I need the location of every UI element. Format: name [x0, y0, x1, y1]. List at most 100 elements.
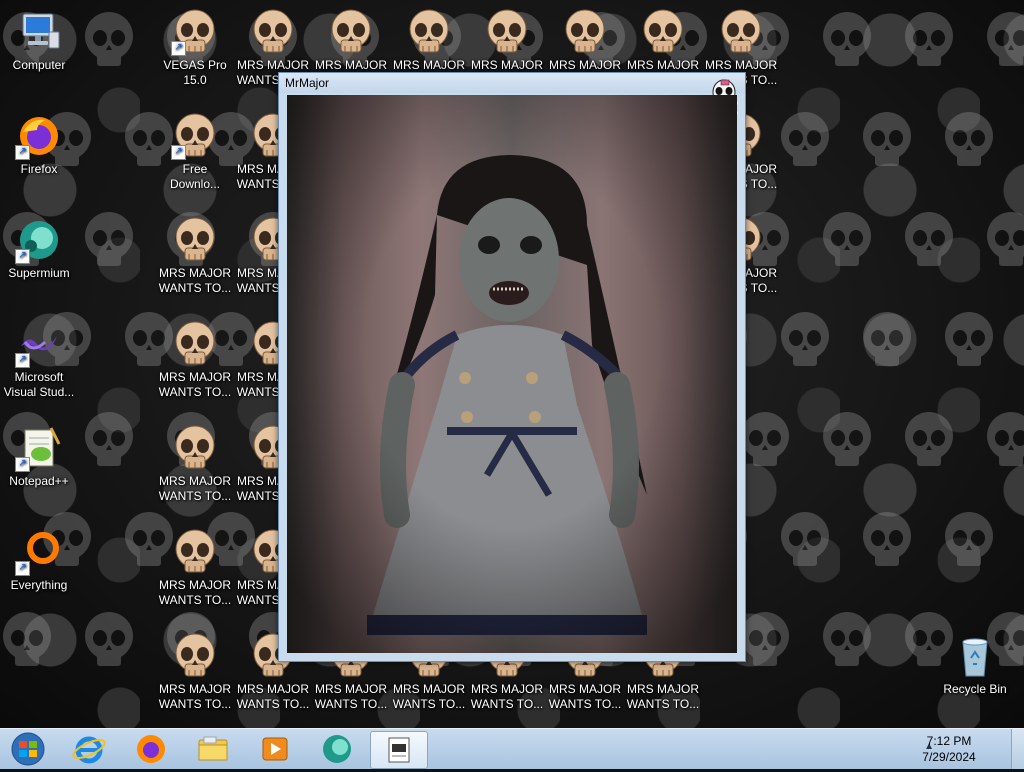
background-skull	[741, 412, 789, 466]
background-skull	[781, 112, 829, 166]
background-skull	[85, 612, 133, 666]
desktop-icon-visual-studio[interactable]: ↗ Microsoft Visual Stud...	[1, 320, 77, 400]
taskbar-file-explorer[interactable]	[186, 731, 240, 767]
desktop-icon-label: Recycle Bin	[943, 682, 1007, 696]
background-skull	[905, 212, 953, 266]
background-skull	[3, 612, 51, 666]
desktop-icon-skull-shortcut[interactable]: MRS MAJOR WANTS TO...	[157, 528, 233, 608]
internet-explorer-icon	[72, 736, 106, 764]
desktop[interactable]: Computer ↗ Firefox ↗ Supermium ↗ Microso…	[0, 0, 1024, 728]
desktop-icon-skull-shortcut[interactable]: MRS MAJOR WANTS TO...	[157, 216, 233, 296]
mrmajor-app-icon	[388, 737, 410, 763]
desktop-icon-label: Supermium	[8, 266, 70, 280]
start-button[interactable]	[2, 731, 54, 767]
skull-icon: ↗	[171, 112, 219, 160]
skull-icon	[171, 424, 219, 472]
background-skull	[905, 412, 953, 466]
desktop-icon-everything[interactable]: ↗ Everything	[1, 528, 77, 593]
shortcut-arrow-icon: ↗	[15, 561, 30, 576]
background-skull	[863, 112, 911, 166]
skull-icon	[171, 528, 219, 576]
system-clock[interactable]: 7:12 PM 7/29/2024	[914, 733, 984, 765]
background-skull	[823, 12, 871, 66]
skull-icon	[249, 8, 297, 56]
desktop-icon-skull-shortcut[interactable]: MRS MAJOR WANTS TO...	[157, 424, 233, 504]
file-explorer-icon	[198, 736, 228, 761]
computer-icon	[15, 8, 63, 56]
desktop-icon-label: MRS MAJOR WANTS TO...	[236, 682, 310, 711]
background-skull	[85, 12, 133, 66]
taskbar-supermium[interactable]	[310, 731, 364, 767]
mrmajor-window[interactable]: MrMajor	[278, 72, 746, 662]
background-skull	[85, 412, 133, 466]
media-player-icon	[262, 737, 288, 761]
windows-start-icon	[11, 732, 45, 766]
skull-icon	[171, 632, 219, 680]
desktop-icon-skull-shortcut[interactable]: MRS MAJOR WANTS TO...	[157, 320, 233, 400]
background-skull	[987, 412, 1024, 466]
shortcut-arrow-icon: ↗	[15, 145, 30, 160]
background-skull	[945, 112, 993, 166]
background-skull	[781, 512, 829, 566]
firefox-icon: ↗	[15, 112, 63, 160]
supermium-icon	[323, 735, 351, 763]
taskbar-internet-explorer[interactable]	[62, 731, 116, 767]
desktop-icon-computer[interactable]: Computer	[1, 8, 77, 73]
desktop-icon-label: MRS MAJOR WANTS TO...	[158, 266, 232, 295]
desktop-icon-label: MRS MAJOR WANTS TO...	[392, 682, 466, 711]
desktop-icon-label: Everything	[10, 578, 68, 592]
desktop-icon-label: MRS MAJOR WANTS TO...	[158, 578, 232, 607]
background-skull	[987, 12, 1024, 66]
taskbar: ▲ 7:12 PM 7/29/2024	[0, 728, 1024, 769]
window-title: MrMajor	[285, 76, 329, 90]
creepy-doll-image	[287, 95, 737, 653]
desktop-icon-label: Free Downlo...	[169, 162, 221, 191]
skull-icon	[327, 8, 375, 56]
desktop-icon-label: MRS MAJOR WANTS TO...	[158, 370, 232, 399]
desktop-icon-notepad-plus-plus[interactable]: ↗ Notepad++	[1, 424, 77, 489]
notepad-plus-plus-icon: ↗	[15, 424, 63, 472]
desktop-icon-recycle-bin[interactable]: Recycle Bin	[937, 632, 1013, 697]
clock-time: 7:12 PM	[926, 734, 972, 748]
desktop-icon-label: MRS MAJOR WANTS TO...	[314, 682, 388, 711]
show-desktop-button[interactable]	[1011, 729, 1024, 769]
clock-date: 7/29/2024	[922, 750, 976, 764]
shortcut-arrow-icon: ↗	[15, 249, 30, 264]
desktop-icon-firefox[interactable]: ↗ Firefox	[1, 112, 77, 177]
skull-icon	[561, 8, 609, 56]
background-skull	[823, 212, 871, 266]
background-skull	[945, 312, 993, 366]
background-skull	[905, 12, 953, 66]
shortcut-arrow-icon: ↗	[15, 353, 30, 368]
background-skull	[823, 612, 871, 666]
skull-icon	[405, 8, 453, 56]
skull-icon	[171, 320, 219, 368]
skull-icon	[717, 8, 765, 56]
desktop-icon-label: MRS MAJOR WANTS TO...	[158, 474, 232, 503]
desktop-icon-label: MRS MAJOR WANTS TO...	[626, 682, 700, 711]
desktop-icon-skull-shortcut[interactable]: MRS MAJOR WANTS TO...	[157, 632, 233, 712]
desktop-icon-label: VEGAS Pro 15.0	[163, 58, 227, 87]
background-skull	[85, 212, 133, 266]
everything-icon: ↗	[15, 528, 63, 576]
window-titlebar[interactable]: MrMajor	[279, 73, 745, 93]
desktop-icon-skull-shortcut[interactable]: ↗ VEGAS Pro 15.0	[157, 8, 233, 88]
visual-studio-icon: ↗	[15, 320, 63, 368]
desktop-icon-label: Computer	[12, 58, 66, 72]
background-skull	[863, 312, 911, 366]
background-skull	[741, 612, 789, 666]
desktop-icon-supermium[interactable]: ↗ Supermium	[1, 216, 77, 281]
desktop-icon-label: MRS MAJOR WANTS TO...	[470, 682, 544, 711]
taskbar-mrmajor[interactable]	[370, 731, 428, 769]
desktop-icon-label: Microsoft Visual Stud...	[3, 370, 75, 399]
taskbar-firefox[interactable]	[124, 731, 178, 767]
background-skull	[945, 512, 993, 566]
supermium-icon: ↗	[15, 216, 63, 264]
desktop-icon-skull-shortcut[interactable]: ↗ Free Downlo...	[157, 112, 233, 192]
taskbar-media-player[interactable]	[248, 731, 302, 767]
skull-icon	[171, 216, 219, 264]
desktop-icon-label: Firefox	[20, 162, 58, 176]
skull-icon	[639, 8, 687, 56]
skull-icon: ↗	[171, 8, 219, 56]
firefox-icon	[137, 735, 165, 763]
